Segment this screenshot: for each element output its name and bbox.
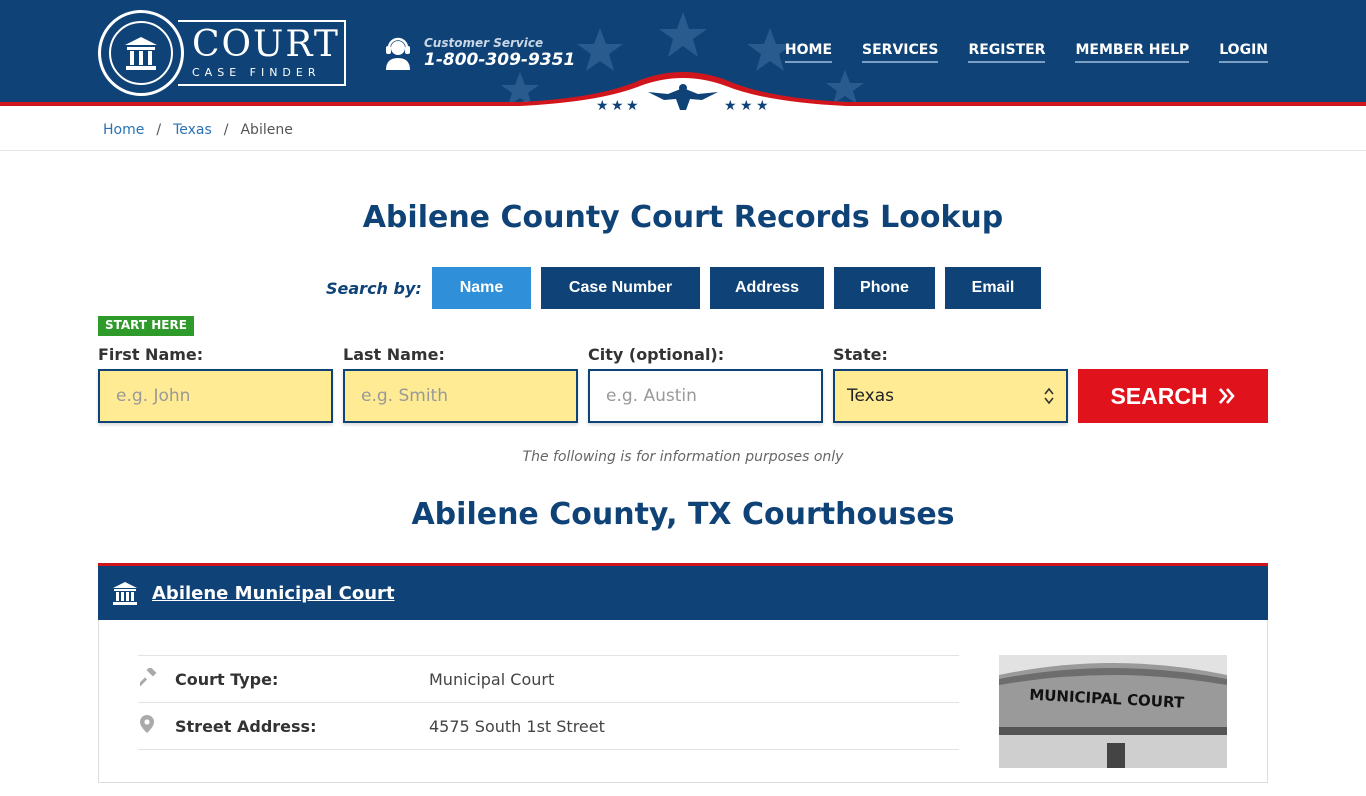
nav-member-help[interactable]: MEMBER HELP	[1075, 42, 1190, 63]
logo-text: COURT CASE FINDER	[178, 20, 346, 86]
svg-text:★: ★	[596, 98, 609, 112]
info-note: The following is for information purpose…	[522, 449, 844, 465]
site-header: ★ ★ ★ ★ ★ ★ COURT CASE FINDER Customer S…	[0, 0, 1366, 112]
court-info-table: Court Type: Municipal Court Street Addre…	[137, 655, 959, 796]
breadcrumb-divider	[0, 150, 1366, 151]
tab-phone[interactable]: Phone	[834, 267, 935, 309]
court-type-value: Municipal Court	[429, 669, 555, 689]
svg-text:★: ★	[724, 98, 737, 112]
state-label: State:	[833, 345, 888, 364]
map-pin-icon	[138, 715, 175, 737]
street-address-label: Street Address:	[175, 716, 317, 736]
headset-icon	[386, 37, 410, 70]
courthouse-icon	[113, 582, 137, 605]
state-select-value: Texas	[847, 386, 894, 406]
logo[interactable]: COURT CASE FINDER	[98, 10, 346, 96]
gavel-icon	[137, 666, 175, 690]
svg-text:★: ★	[611, 98, 624, 112]
main-nav: HOME SERVICES REGISTER MEMBER HELP LOGIN	[784, 42, 1268, 63]
select-arrows-icon	[1044, 387, 1054, 405]
city-label: City (optional):	[588, 345, 725, 364]
state-select[interactable]: Texas	[833, 369, 1068, 423]
double-chevron-right-icon	[1218, 388, 1235, 404]
tab-email[interactable]: Email	[945, 267, 1041, 309]
customer-service-label: Customer Service	[424, 36, 544, 50]
info-row: Court Type: Municipal Court	[137, 655, 959, 702]
search-by-tabs: Search by: Name Case Number Address Phon…	[326, 267, 1041, 309]
customer-service[interactable]: Customer Service 1-800-309-9351	[384, 36, 575, 70]
last-name-input[interactable]: e.g. Smith	[343, 369, 578, 423]
breadcrumb-current: Abilene	[240, 122, 293, 138]
breadcrumb: Home / Texas / Abilene	[103, 122, 293, 138]
svg-text:★: ★	[740, 98, 753, 112]
search-by-label: Search by:	[326, 278, 422, 298]
last-name-label: Last Name:	[343, 345, 445, 364]
nav-home[interactable]: HOME	[784, 42, 833, 63]
start-here-badge: START HERE	[98, 316, 194, 336]
street-address-value: 4575 South 1st Street	[429, 716, 605, 736]
search-button[interactable]: SEARCH	[1078, 369, 1268, 423]
court-photo: MUNICIPAL COURT	[999, 655, 1227, 768]
court-photo-image: MUNICIPAL COURT	[999, 655, 1227, 768]
breadcrumb-texas[interactable]: Texas	[173, 122, 212, 138]
logo-word: COURT	[192, 24, 340, 65]
court-name-link[interactable]: Abilene Municipal Court	[152, 583, 395, 604]
nav-login[interactable]: LOGIN	[1219, 42, 1268, 63]
breadcrumb-separator: /	[223, 122, 229, 138]
court-type-label: Court Type:	[175, 669, 279, 689]
info-row: Street Address: 4575 South 1st Street	[138, 702, 959, 749]
tab-name[interactable]: Name	[432, 267, 531, 309]
nav-register[interactable]: REGISTER	[968, 42, 1046, 63]
breadcrumb-separator: /	[156, 122, 162, 138]
svg-text:★: ★	[626, 98, 639, 112]
breadcrumb-home[interactable]: Home	[103, 122, 144, 138]
first-name-input[interactable]: e.g. John	[98, 369, 333, 423]
phone-number[interactable]: 1-800-309-9351	[424, 50, 575, 70]
court-card-header: Abilene Municipal Court	[98, 563, 1268, 620]
tab-case-number[interactable]: Case Number	[541, 267, 700, 309]
search-button-label: SEARCH	[1110, 382, 1208, 409]
city-input[interactable]: e.g. Austin	[588, 369, 823, 423]
nav-services[interactable]: SERVICES	[862, 42, 939, 63]
info-row-partial	[138, 749, 959, 796]
page-title: Abilene County Court Records Lookup	[362, 200, 1004, 235]
first-name-label: First Name:	[98, 345, 204, 364]
tab-address[interactable]: Address	[710, 267, 824, 309]
courthouses-heading: Abilene County, TX Courthouses	[411, 497, 955, 532]
svg-text:★: ★	[756, 98, 769, 112]
logo-subtitle: CASE FINDER	[192, 66, 321, 79]
logo-seal-icon	[98, 10, 184, 96]
